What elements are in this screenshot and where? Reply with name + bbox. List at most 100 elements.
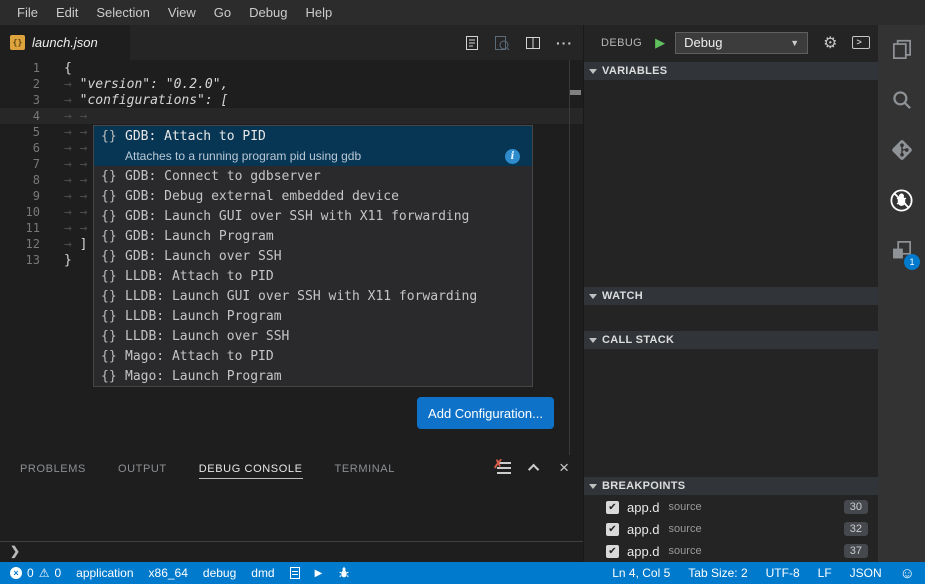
menu-edit[interactable]: Edit — [47, 5, 87, 20]
maximize-panel-icon[interactable] — [528, 464, 539, 475]
suggest-item[interactable]: {}Mago: Launch Program — [94, 366, 532, 386]
breakpoint-checkbox[interactable]: ✔ — [606, 523, 619, 536]
line-code: → ] — [40, 237, 87, 252]
status-ln-4-col-5[interactable]: Ln 4, Col 5 — [612, 566, 670, 580]
menu-debug[interactable]: Debug — [240, 5, 296, 20]
clear-console-icon[interactable]: ✗ — [497, 462, 511, 474]
debug-status-icon[interactable] — [337, 566, 351, 580]
suggest-item[interactable]: {}LLDB: Launch Program — [94, 306, 532, 326]
status-bar: × 0 ⚠ 0 application x86_64 debug dmd ▶ Ln 4… — [0, 562, 925, 584]
status-lf[interactable]: LF — [818, 566, 832, 580]
section-breakpoints[interactable]: BREAKPOINTS — [584, 477, 878, 495]
source-control-icon[interactable] — [878, 125, 925, 175]
panel-tab-debug-console[interactable]: DEBUG CONSOLE — [199, 463, 303, 479]
search-icon[interactable] — [878, 75, 925, 125]
suggest-item-label-row: {}Mago: Attach to PID — [94, 346, 532, 366]
suggest-item[interactable]: {}GDB: Launch over SSH — [94, 246, 532, 266]
panel-tab-output[interactable]: OUTPUT — [118, 463, 167, 479]
close-panel-icon[interactable]: × — [559, 462, 569, 474]
suggest-item[interactable]: {}GDB: Launch Program — [94, 226, 532, 246]
status-left-segments: application x86_64 debug dmd — [76, 566, 289, 580]
open-docs-status-icon[interactable] — [290, 567, 300, 579]
status-json[interactable]: JSON — [850, 566, 882, 580]
suggest-item[interactable]: {}GDB: Launch GUI over SSH with X11 forw… — [94, 206, 532, 226]
snippet-icon: {} — [101, 269, 125, 284]
suggest-item[interactable]: {}LLDB: Launch over SSH — [94, 326, 532, 346]
start-debugging-icon[interactable]: ▶ — [655, 35, 665, 51]
configure-gear-icon[interactable]: ⚙ — [823, 33, 837, 53]
suggest-item-label: GDB: Debug external embedded device — [125, 189, 399, 204]
panel-tab-terminal[interactable]: TERMINAL — [335, 463, 395, 479]
suggest-item[interactable]: {}LLDB: Attach to PID — [94, 266, 532, 286]
status-right-segments: Ln 4, Col 5 Tab Size: 2 UTF-8 LF JSON — [594, 566, 881, 580]
extensions-icon[interactable]: 1 — [878, 225, 925, 275]
status-dmd[interactable]: dmd — [251, 566, 274, 580]
section-call-stack[interactable]: CALL STACK — [584, 331, 878, 349]
debug-icon[interactable] — [878, 175, 925, 225]
menu-go[interactable]: Go — [205, 5, 240, 20]
suggest-item[interactable]: {}GDB: Attach to PIDAttaches to a runnin… — [94, 126, 532, 166]
add-configuration-button[interactable]: Add Configuration... — [417, 397, 554, 429]
snippet-icon: {} — [101, 289, 125, 304]
menu-file[interactable]: File — [8, 5, 47, 20]
editor-line-2[interactable]: 2→ "version": "0.2.0", — [0, 76, 583, 92]
breakpoint-checkbox[interactable]: ✔ — [606, 545, 619, 558]
activity-bar: 1 — [878, 25, 925, 562]
suggest-item[interactable]: {}GDB: Connect to gdbserver — [94, 166, 532, 186]
bottom-panel: PROBLEMSOUTPUTDEBUG CONSOLETERMINAL ✗ × … — [0, 455, 583, 562]
code-text: } — [64, 253, 72, 268]
status-application[interactable]: application — [76, 566, 133, 580]
editor-line-1[interactable]: 1{ — [0, 60, 583, 76]
suggest-item[interactable]: {}GDB: Debug external embedded device — [94, 186, 532, 206]
tab-launch-json[interactable]: {} launch.json — [0, 25, 130, 60]
breakpoint-checkbox[interactable]: ✔ — [606, 501, 619, 514]
section-variables[interactable]: VARIABLES — [584, 62, 878, 80]
editor-line-3[interactable]: 3→ "configurations": [ — [0, 92, 583, 108]
section-label: WATCH — [602, 290, 643, 302]
breakpoint-row[interactable]: ✔app.dsource30 — [584, 496, 878, 518]
search-editor-icon[interactable] — [494, 35, 510, 51]
suggest-item[interactable]: {}Mago: Attach to PID — [94, 346, 532, 366]
line-code: → "version": "0.2.0", — [40, 77, 228, 92]
editor-actions: ··· — [465, 25, 573, 60]
status-x86_64[interactable]: x86_64 — [149, 566, 188, 580]
section-watch[interactable]: WATCH — [584, 287, 878, 305]
suggest-item[interactable]: {}LLDB: Launch GUI over SSH with X11 for… — [94, 286, 532, 306]
status-utf-8[interactable]: UTF-8 — [766, 566, 800, 580]
info-icon[interactable]: i — [505, 149, 520, 164]
debug-console-toggle-icon[interactable]: > — [852, 36, 870, 49]
feedback-smiley-icon[interactable]: ☺ — [900, 565, 915, 582]
breakpoint-row[interactable]: ✔app.dsource32 — [584, 518, 878, 540]
status-debug[interactable]: debug — [203, 566, 236, 580]
run-status-icon[interactable]: ▶ — [315, 568, 323, 579]
more-actions-icon[interactable]: ··· — [556, 35, 573, 51]
menu-help[interactable]: Help — [296, 5, 341, 20]
code-editor[interactable]: 1{2→ "version": "0.2.0",3→ "configuratio… — [0, 60, 583, 455]
breakpoint-kind: source — [669, 523, 702, 535]
suggest-item-label: GDB: Connect to gdbserver — [125, 169, 321, 184]
suggest-item-label: Mago: Launch Program — [125, 369, 282, 384]
status-tab-size-2[interactable]: Tab Size: 2 — [688, 566, 747, 580]
whitespace-arrows: → → — [64, 157, 95, 172]
split-editor-icon[interactable] — [525, 36, 541, 50]
suggest-item-label-row: {}GDB: Connect to gdbserver — [94, 166, 532, 186]
debug-configuration-select[interactable]: Debug ▼ — [675, 32, 808, 54]
whitespace-arrows: → → — [64, 125, 95, 140]
line-code: → → — [40, 141, 95, 156]
panel-tab-problems[interactable]: PROBLEMS — [20, 463, 86, 479]
breakpoint-row[interactable]: ✔app.dsource37 — [584, 540, 878, 562]
problems-status[interactable]: × 0 ⚠ 0 — [10, 566, 61, 580]
code-text: { — [64, 61, 72, 76]
open-preview-icon[interactable] — [465, 35, 479, 51]
explorer-icon[interactable] — [878, 25, 925, 75]
breakpoint-line-badge: 30 — [844, 500, 868, 514]
line-number: 7 — [0, 156, 40, 172]
debug-console-input[interactable]: ❯ — [0, 541, 583, 560]
menu-view[interactable]: View — [159, 5, 205, 20]
clear-x-mark: ✗ — [493, 457, 503, 471]
menu-selection[interactable]: Selection — [87, 5, 158, 20]
editor-line-4[interactable]: 4→ → — [0, 108, 583, 124]
tab-title: launch.json — [32, 35, 98, 50]
breakpoint-file: app.d — [627, 544, 660, 559]
panel-actions: ✗ × — [497, 462, 569, 474]
